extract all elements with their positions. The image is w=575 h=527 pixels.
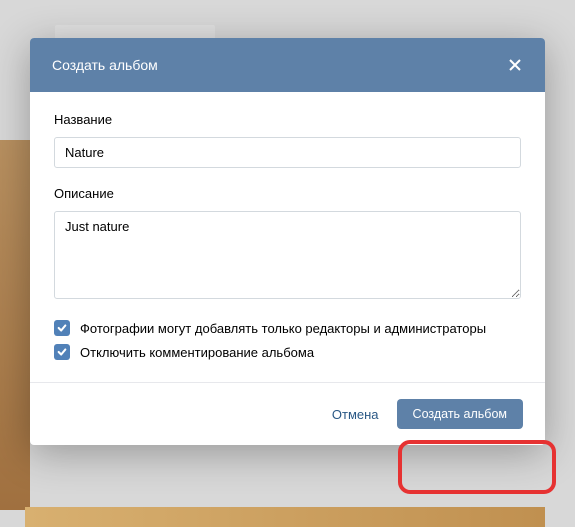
close-button[interactable] — [503, 53, 527, 77]
modal-header: Создать альбом — [30, 38, 545, 92]
checkbox-checked — [54, 320, 70, 336]
close-icon — [508, 58, 522, 72]
check-icon — [57, 323, 67, 333]
background-fragment — [25, 507, 545, 527]
cancel-button[interactable]: Отмена — [332, 407, 379, 422]
create-album-button[interactable]: Создать альбом — [397, 399, 523, 429]
album-description-textarea[interactable] — [54, 211, 521, 299]
modal-footer: Отмена Создать альбом — [30, 382, 545, 445]
editors-only-checkbox-row[interactable]: Фотографии могут добавлять только редакт… — [54, 320, 521, 336]
create-album-modal: Создать альбом Название Описание Фотогра… — [30, 38, 545, 445]
disable-comments-checkbox-row[interactable]: Отключить комментирование альбома — [54, 344, 521, 360]
checkbox-label: Фотографии могут добавлять только редакт… — [80, 321, 486, 336]
description-label: Описание — [54, 186, 521, 201]
modal-title: Создать альбом — [52, 57, 158, 73]
background-fragment — [0, 140, 30, 510]
album-name-input[interactable] — [54, 137, 521, 168]
modal-body: Название Описание Фотографии могут добав… — [30, 92, 545, 382]
checkbox-label: Отключить комментирование альбома — [80, 345, 314, 360]
check-icon — [57, 347, 67, 357]
name-label: Название — [54, 112, 521, 127]
checkbox-checked — [54, 344, 70, 360]
